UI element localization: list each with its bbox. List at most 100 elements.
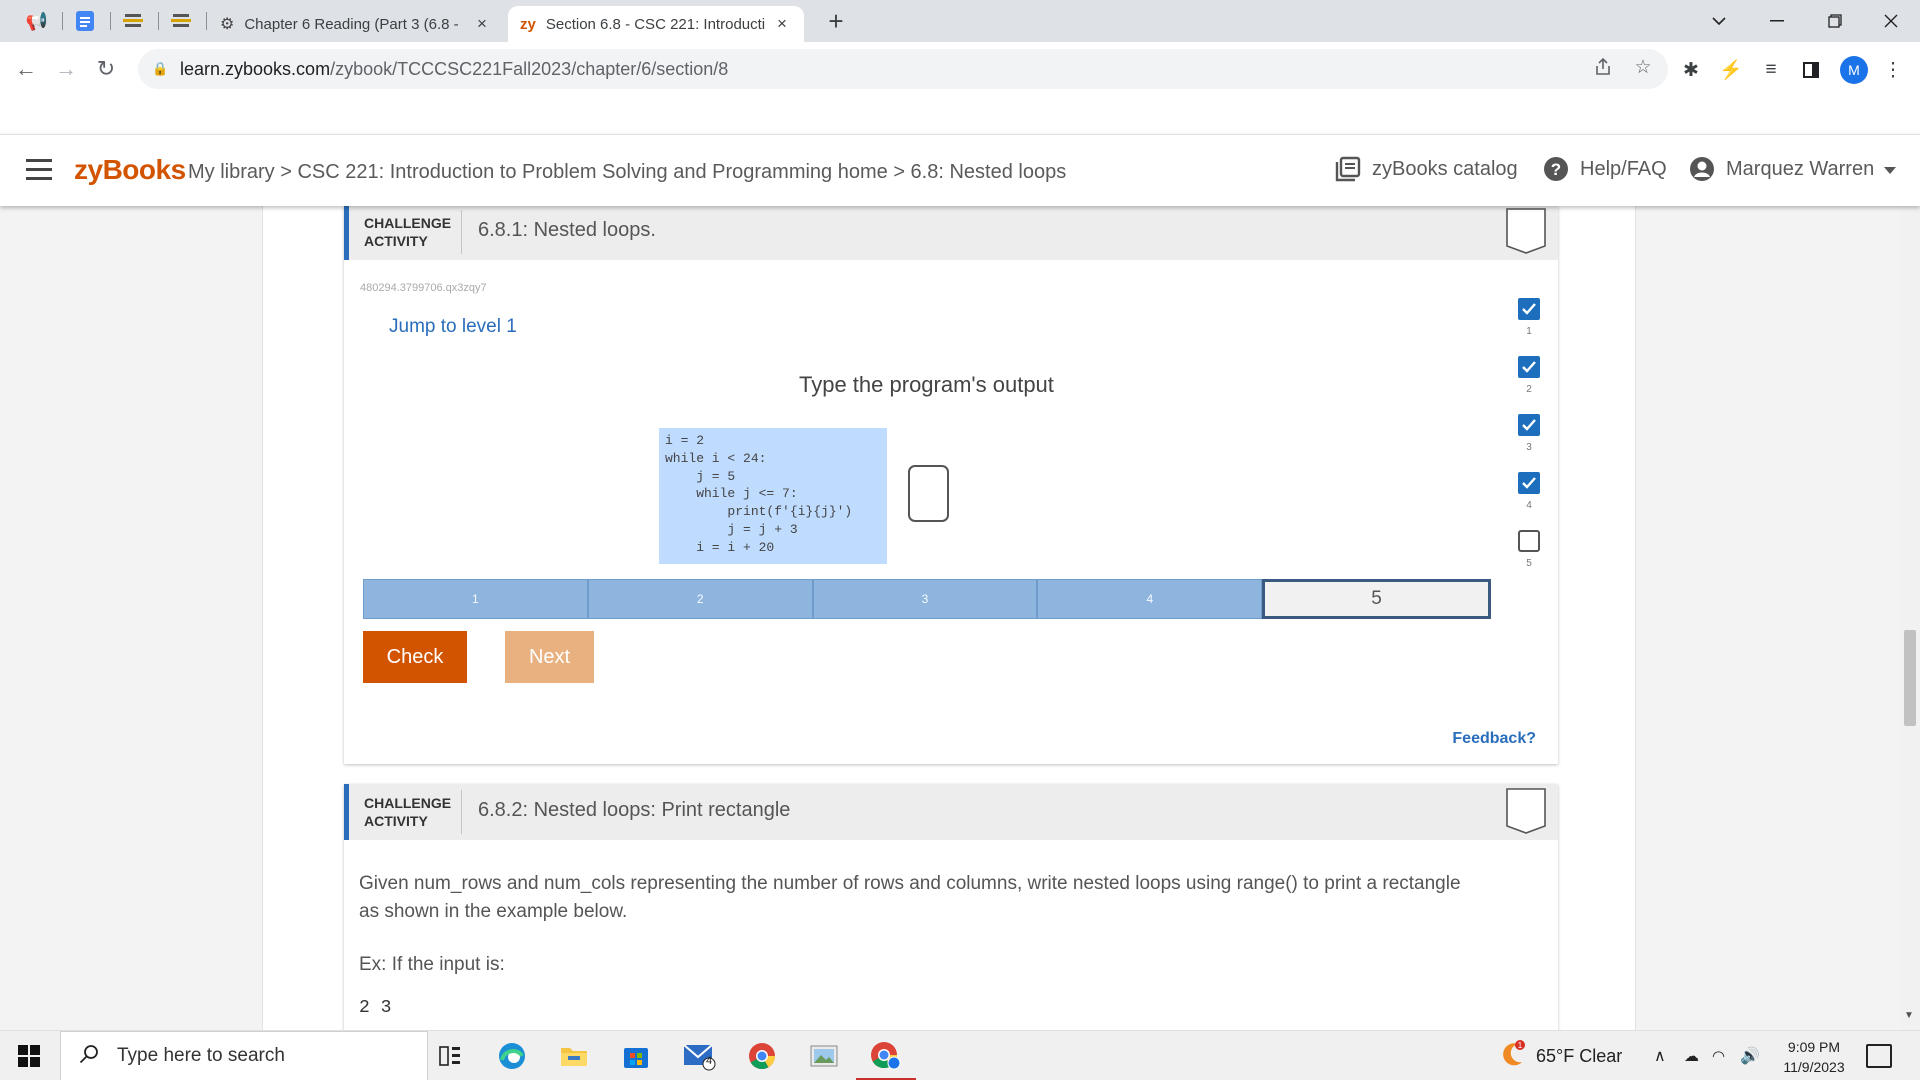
level-number: 5 [1526, 558, 1532, 569]
help-link[interactable]: ? Help/FAQ [1542, 155, 1667, 183]
file-explorer-icon[interactable] [556, 1040, 592, 1072]
url-path: /zybook/TCCCSC221Fall2023/chapter/6/sect… [330, 58, 729, 79]
user-menu[interactable]: Marquez Warren [1688, 155, 1897, 183]
pinned-tab-docs[interactable] [62, 6, 108, 36]
back-arrow-icon[interactable]: ← [10, 54, 42, 84]
level-2-indicator[interactable]: 2 [1514, 356, 1544, 395]
zybooks-header: zyBooks My library > CSC 221: Introducti… [0, 134, 1920, 206]
side-panel-icon[interactable] [1796, 55, 1826, 85]
feedback-link[interactable]: Feedback? [1452, 730, 1536, 748]
challenge-activity-6-8-2: CHALLENGE ACTIVITY 6.8.2: Nested loops: … [344, 784, 1558, 1034]
breadcrumb[interactable]: My library > CSC 221: Introduction to Pr… [188, 161, 1066, 184]
reading-list-icon[interactable]: ≡ [1756, 55, 1786, 85]
browser-tab-strip: 📢 ⚙ Chapter 6 Reading (Part 3 (6.8 - × z… [0, 0, 1920, 42]
tab-search-dropdown-icon[interactable] [1690, 0, 1748, 42]
progress-segment-3: 3 [812, 579, 1038, 619]
level-5-indicator[interactable]: 5 [1514, 530, 1544, 569]
address-bar[interactable]: 🔒 learn.zybooks.com/zybook/TCCCSC221Fall… [138, 49, 1668, 89]
pinned-tab-notes-2[interactable] [158, 6, 204, 36]
weather-widget[interactable]: 1 65°F Clear [1498, 1031, 1622, 1080]
new-tab-button[interactable]: + [818, 6, 854, 36]
level-1-indicator[interactable]: 1 [1514, 298, 1544, 337]
tab-section-6-8[interactable]: zy Section 6.8 - CSC 221: Introducti × [508, 6, 804, 42]
header-divider [461, 790, 462, 834]
zybooks-favicon: zy [520, 15, 536, 33]
progress-segment-current: 5 [1262, 579, 1491, 619]
extensions-puzzle-icon[interactable]: ✱ [1676, 55, 1706, 85]
show-hidden-icons-chevron-icon[interactable]: ∧ [1654, 1031, 1666, 1080]
chrome-profile-icon[interactable] [868, 1040, 904, 1072]
level-3-indicator[interactable]: 3 [1514, 414, 1544, 453]
tab-close-icon[interactable]: × [472, 14, 492, 34]
zybooks-logo[interactable]: zyBooks [74, 154, 186, 186]
library-books-icon [1334, 155, 1362, 183]
activity-title: 6.8.1: Nested loops. [478, 219, 656, 241]
extension-lightning-icon[interactable]: ⚡ [1716, 55, 1746, 85]
photos-app-icon[interactable] [806, 1040, 842, 1072]
activity-header: CHALLENGE ACTIVITY 6.8.2: Nested loops: … [344, 784, 1558, 840]
caret-down-icon [1884, 158, 1897, 181]
search-icon [79, 1044, 103, 1069]
chrome-icon[interactable] [744, 1040, 780, 1072]
user-name: Marquez Warren [1726, 157, 1875, 180]
taskbar-search-box[interactable]: Type here to search [60, 1031, 428, 1080]
pinned-tab-notes[interactable] [110, 6, 156, 36]
browser-menu-icon[interactable]: ⋮ [1878, 55, 1908, 85]
catalog-link[interactable]: zyBooks catalog [1334, 155, 1518, 183]
search-placeholder: Type here to search [117, 1045, 285, 1066]
jump-to-level-link[interactable]: Jump to level 1 [389, 316, 517, 338]
account-circle-icon [1688, 155, 1716, 183]
checkmark-icon [1518, 356, 1540, 378]
page-scrollbar[interactable]: ▲ ▼ [1900, 134, 1920, 1030]
share-icon[interactable] [1588, 52, 1618, 82]
mail-badge: 4 [706, 1055, 713, 1067]
tab-close-icon[interactable]: × [772, 14, 792, 34]
mail-icon[interactable]: 4 [682, 1040, 718, 1072]
progress-segment-2: 2 [587, 579, 813, 619]
profile-avatar[interactable]: M [1840, 56, 1868, 84]
completion-badge-icon [1506, 788, 1546, 834]
completion-badge-icon [1506, 208, 1546, 254]
clock[interactable]: 9:09 PM 11/9/2023 [1772, 1037, 1856, 1077]
url-host: learn.zybooks.com [180, 58, 331, 79]
onedrive-icon[interactable]: ☁ [1684, 1031, 1699, 1080]
check-button[interactable]: Check [363, 631, 467, 683]
pinned-tab-announcement[interactable]: 📢 [14, 6, 60, 36]
lock-icon[interactable]: 🔒 [152, 61, 168, 77]
tab-title: Chapter 6 Reading (Part 3 (6.8 - [244, 15, 459, 33]
empty-checkbox-icon [1518, 530, 1540, 552]
tab-separator [206, 12, 207, 30]
clock-time: 9:09 PM [1787, 1039, 1841, 1055]
scroll-down-arrow-icon[interactable]: ▼ [1904, 1010, 1914, 1021]
close-window-icon[interactable] [1862, 0, 1920, 42]
level-4-indicator[interactable]: 4 [1514, 472, 1544, 511]
notes-icon [123, 14, 143, 27]
restore-icon[interactable] [1806, 0, 1864, 42]
activity-type-line2: ACTIVITY [364, 233, 428, 249]
weather-moon-icon: 1 [1498, 1039, 1526, 1073]
microsoft-store-icon[interactable] [618, 1040, 654, 1072]
svg-text:?: ? [1551, 160, 1561, 179]
level-number: 1 [1526, 326, 1532, 337]
hamburger-menu-icon[interactable] [26, 159, 52, 181]
checkmark-icon [1518, 414, 1540, 436]
tab-title: Section 6.8 - CSC 221: Introducti [545, 15, 766, 33]
forward-arrow-icon[interactable]: → [50, 54, 82, 84]
bookmark-star-icon[interactable]: ☆ [1628, 52, 1658, 82]
tab-chapter-reading[interactable]: ⚙ Chapter 6 Reading (Part 3 (6.8 - × [208, 6, 504, 42]
help-icon: ? [1542, 155, 1570, 183]
notification-center-icon[interactable] [1866, 1044, 1892, 1068]
reload-icon[interactable]: ↻ [90, 54, 122, 84]
help-label: Help/FAQ [1580, 157, 1667, 180]
windows-start-icon[interactable] [18, 1045, 40, 1067]
scroll-thumb[interactable] [1904, 630, 1916, 726]
next-button[interactable]: Next [505, 631, 594, 683]
output-answer-input[interactable] [908, 465, 949, 522]
example-label: Ex: If the input is: [359, 954, 505, 975]
wifi-icon[interactable]: ◠ [1712, 1031, 1725, 1080]
edge-browser-icon[interactable] [494, 1040, 530, 1072]
docs-icon [76, 11, 94, 31]
volume-icon[interactable]: 🔊 [1740, 1031, 1760, 1080]
task-view-icon[interactable] [432, 1040, 468, 1072]
minimize-icon[interactable] [1748, 0, 1806, 42]
